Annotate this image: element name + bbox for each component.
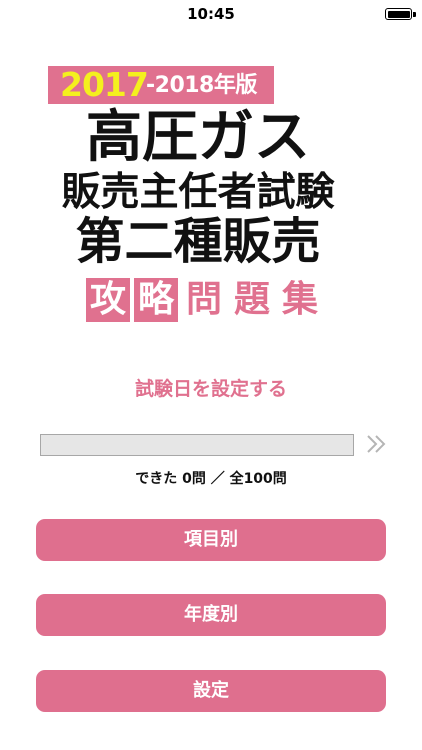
progress-count: できた 0問 ／ 全100問 bbox=[135, 471, 287, 487]
year-band: 2017 -2018年版 bbox=[48, 66, 274, 104]
battery-icon bbox=[385, 8, 412, 20]
year-sub: -2018年版 bbox=[146, 73, 257, 98]
status-time: 10:45 bbox=[187, 5, 235, 23]
set-exam-date-link[interactable]: 試験日を設定する bbox=[0, 374, 422, 401]
year-main: 2017 bbox=[60, 65, 149, 104]
status-bar: 10:45 bbox=[0, 0, 422, 28]
app-logo: 2017 -2018年版 高圧ガス 販売主任者試験 第二種販売 攻 略 問 題 … bbox=[48, 66, 348, 326]
title-line-1: 高圧ガス bbox=[86, 105, 310, 170]
subtitle: 攻 略 問 題 集 bbox=[86, 278, 326, 322]
settings-button[interactable]: 設定 bbox=[36, 670, 386, 712]
subtitle-char: 題 bbox=[233, 279, 270, 320]
subtitle-char: 問 bbox=[185, 279, 222, 320]
title-line-3: 第二種販売 bbox=[75, 213, 321, 270]
by-item-button[interactable]: 項目別 bbox=[36, 519, 386, 561]
by-year-button[interactable]: 年度別 bbox=[36, 594, 386, 636]
progress-bar bbox=[40, 434, 354, 456]
battery-nub bbox=[413, 12, 416, 17]
title-line-2: 販売主任者試験 bbox=[61, 170, 335, 215]
double-chevron-right-icon[interactable] bbox=[365, 431, 389, 457]
subtitle-char: 略 bbox=[134, 278, 178, 322]
subtitle-char: 集 bbox=[281, 279, 318, 320]
subtitle-char: 攻 bbox=[86, 278, 130, 322]
